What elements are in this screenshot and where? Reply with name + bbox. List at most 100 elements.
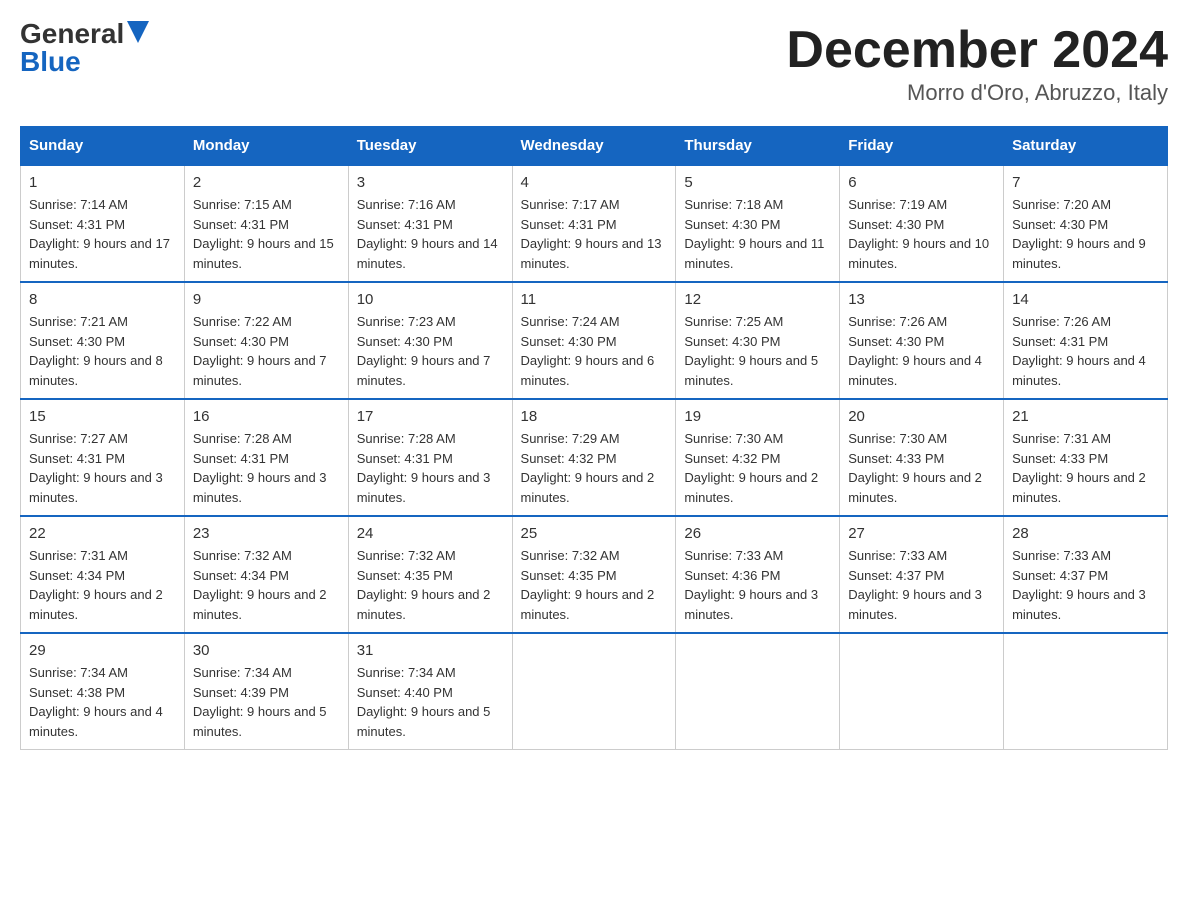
day-number: 1 xyxy=(29,174,176,191)
day-info: Sunrise: 7:27 AMSunset: 4:31 PMDaylight:… xyxy=(29,429,176,507)
day-info: Sunrise: 7:14 AMSunset: 4:31 PMDaylight:… xyxy=(29,195,176,273)
day-info: Sunrise: 7:30 AMSunset: 4:32 PMDaylight:… xyxy=(684,429,831,507)
header-tuesday: Tuesday xyxy=(348,127,512,166)
day-number: 18 xyxy=(521,408,668,425)
day-info: Sunrise: 7:17 AMSunset: 4:31 PMDaylight:… xyxy=(521,195,668,273)
day-number: 7 xyxy=(1012,174,1159,191)
day-info: Sunrise: 7:16 AMSunset: 4:31 PMDaylight:… xyxy=(357,195,504,273)
day-number: 11 xyxy=(521,291,668,308)
day-info: Sunrise: 7:25 AMSunset: 4:30 PMDaylight:… xyxy=(684,312,831,390)
day-info: Sunrise: 7:31 AMSunset: 4:33 PMDaylight:… xyxy=(1012,429,1159,507)
day-number: 17 xyxy=(357,408,504,425)
calendar-cell: 30 Sunrise: 7:34 AMSunset: 4:39 PMDaylig… xyxy=(184,633,348,750)
day-info: Sunrise: 7:21 AMSunset: 4:30 PMDaylight:… xyxy=(29,312,176,390)
day-number: 4 xyxy=(521,174,668,191)
day-number: 13 xyxy=(848,291,995,308)
day-info: Sunrise: 7:15 AMSunset: 4:31 PMDaylight:… xyxy=(193,195,340,273)
header-wednesday: Wednesday xyxy=(512,127,676,166)
calendar-cell: 3 Sunrise: 7:16 AMSunset: 4:31 PMDayligh… xyxy=(348,165,512,282)
day-number: 27 xyxy=(848,525,995,542)
calendar-cell xyxy=(676,633,840,750)
calendar-cell: 8 Sunrise: 7:21 AMSunset: 4:30 PMDayligh… xyxy=(21,282,185,399)
day-info: Sunrise: 7:22 AMSunset: 4:30 PMDaylight:… xyxy=(193,312,340,390)
day-info: Sunrise: 7:32 AMSunset: 4:35 PMDaylight:… xyxy=(357,546,504,624)
calendar-cell: 27 Sunrise: 7:33 AMSunset: 4:37 PMDaylig… xyxy=(840,516,1004,633)
day-number: 6 xyxy=(848,174,995,191)
logo-triangle-icon xyxy=(127,21,149,43)
header-sunday: Sunday xyxy=(21,127,185,166)
day-info: Sunrise: 7:28 AMSunset: 4:31 PMDaylight:… xyxy=(357,429,504,507)
header-thursday: Thursday xyxy=(676,127,840,166)
logo: General Blue xyxy=(20,20,149,76)
day-info: Sunrise: 7:28 AMSunset: 4:31 PMDaylight:… xyxy=(193,429,340,507)
day-info: Sunrise: 7:34 AMSunset: 4:40 PMDaylight:… xyxy=(357,663,504,741)
calendar-cell xyxy=(512,633,676,750)
day-number: 28 xyxy=(1012,525,1159,542)
header-friday: Friday xyxy=(840,127,1004,166)
calendar-cell: 5 Sunrise: 7:18 AMSunset: 4:30 PMDayligh… xyxy=(676,165,840,282)
calendar-cell: 24 Sunrise: 7:32 AMSunset: 4:35 PMDaylig… xyxy=(348,516,512,633)
day-info: Sunrise: 7:32 AMSunset: 4:35 PMDaylight:… xyxy=(521,546,668,624)
calendar-cell xyxy=(840,633,1004,750)
day-info: Sunrise: 7:23 AMSunset: 4:30 PMDaylight:… xyxy=(357,312,504,390)
calendar-header-row: SundayMondayTuesdayWednesdayThursdayFrid… xyxy=(21,127,1168,166)
calendar-table: SundayMondayTuesdayWednesdayThursdayFrid… xyxy=(20,126,1168,750)
calendar-cell: 21 Sunrise: 7:31 AMSunset: 4:33 PMDaylig… xyxy=(1004,399,1168,516)
day-info: Sunrise: 7:20 AMSunset: 4:30 PMDaylight:… xyxy=(1012,195,1159,273)
day-info: Sunrise: 7:18 AMSunset: 4:30 PMDaylight:… xyxy=(684,195,831,273)
calendar-cell: 6 Sunrise: 7:19 AMSunset: 4:30 PMDayligh… xyxy=(840,165,1004,282)
calendar-cell: 20 Sunrise: 7:30 AMSunset: 4:33 PMDaylig… xyxy=(840,399,1004,516)
calendar-cell: 26 Sunrise: 7:33 AMSunset: 4:36 PMDaylig… xyxy=(676,516,840,633)
page-header: General Blue December 2024 Morro d'Oro, … xyxy=(20,20,1168,106)
day-info: Sunrise: 7:31 AMSunset: 4:34 PMDaylight:… xyxy=(29,546,176,624)
calendar-cell: 14 Sunrise: 7:26 AMSunset: 4:31 PMDaylig… xyxy=(1004,282,1168,399)
day-number: 9 xyxy=(193,291,340,308)
calendar-cell xyxy=(1004,633,1168,750)
day-info: Sunrise: 7:24 AMSunset: 4:30 PMDaylight:… xyxy=(521,312,668,390)
day-info: Sunrise: 7:34 AMSunset: 4:39 PMDaylight:… xyxy=(193,663,340,741)
day-info: Sunrise: 7:33 AMSunset: 4:36 PMDaylight:… xyxy=(684,546,831,624)
calendar-cell: 10 Sunrise: 7:23 AMSunset: 4:30 PMDaylig… xyxy=(348,282,512,399)
day-number: 21 xyxy=(1012,408,1159,425)
calendar-cell: 23 Sunrise: 7:32 AMSunset: 4:34 PMDaylig… xyxy=(184,516,348,633)
calendar-cell: 17 Sunrise: 7:28 AMSunset: 4:31 PMDaylig… xyxy=(348,399,512,516)
day-info: Sunrise: 7:33 AMSunset: 4:37 PMDaylight:… xyxy=(1012,546,1159,624)
day-number: 10 xyxy=(357,291,504,308)
calendar-cell: 2 Sunrise: 7:15 AMSunset: 4:31 PMDayligh… xyxy=(184,165,348,282)
logo-blue-text: Blue xyxy=(20,48,81,76)
calendar-cell: 29 Sunrise: 7:34 AMSunset: 4:38 PMDaylig… xyxy=(21,633,185,750)
calendar-cell: 13 Sunrise: 7:26 AMSunset: 4:30 PMDaylig… xyxy=(840,282,1004,399)
day-number: 15 xyxy=(29,408,176,425)
day-number: 19 xyxy=(684,408,831,425)
day-number: 2 xyxy=(193,174,340,191)
header-monday: Monday xyxy=(184,127,348,166)
day-number: 24 xyxy=(357,525,504,542)
day-number: 14 xyxy=(1012,291,1159,308)
day-number: 31 xyxy=(357,642,504,659)
day-info: Sunrise: 7:29 AMSunset: 4:32 PMDaylight:… xyxy=(521,429,668,507)
day-number: 23 xyxy=(193,525,340,542)
week-row-3: 15 Sunrise: 7:27 AMSunset: 4:31 PMDaylig… xyxy=(21,399,1168,516)
day-number: 12 xyxy=(684,291,831,308)
day-info: Sunrise: 7:26 AMSunset: 4:31 PMDaylight:… xyxy=(1012,312,1159,390)
day-info: Sunrise: 7:19 AMSunset: 4:30 PMDaylight:… xyxy=(848,195,995,273)
logo-general-text: General xyxy=(20,20,124,48)
day-number: 3 xyxy=(357,174,504,191)
day-number: 29 xyxy=(29,642,176,659)
day-number: 16 xyxy=(193,408,340,425)
calendar-cell: 22 Sunrise: 7:31 AMSunset: 4:34 PMDaylig… xyxy=(21,516,185,633)
day-number: 5 xyxy=(684,174,831,191)
calendar-cell: 1 Sunrise: 7:14 AMSunset: 4:31 PMDayligh… xyxy=(21,165,185,282)
location-title: Morro d'Oro, Abruzzo, Italy xyxy=(786,80,1168,106)
day-info: Sunrise: 7:32 AMSunset: 4:34 PMDaylight:… xyxy=(193,546,340,624)
header-saturday: Saturday xyxy=(1004,127,1168,166)
day-number: 20 xyxy=(848,408,995,425)
calendar-cell: 7 Sunrise: 7:20 AMSunset: 4:30 PMDayligh… xyxy=(1004,165,1168,282)
day-info: Sunrise: 7:33 AMSunset: 4:37 PMDaylight:… xyxy=(848,546,995,624)
calendar-cell: 18 Sunrise: 7:29 AMSunset: 4:32 PMDaylig… xyxy=(512,399,676,516)
day-number: 22 xyxy=(29,525,176,542)
calendar-cell: 15 Sunrise: 7:27 AMSunset: 4:31 PMDaylig… xyxy=(21,399,185,516)
week-row-1: 1 Sunrise: 7:14 AMSunset: 4:31 PMDayligh… xyxy=(21,165,1168,282)
day-info: Sunrise: 7:34 AMSunset: 4:38 PMDaylight:… xyxy=(29,663,176,741)
week-row-5: 29 Sunrise: 7:34 AMSunset: 4:38 PMDaylig… xyxy=(21,633,1168,750)
